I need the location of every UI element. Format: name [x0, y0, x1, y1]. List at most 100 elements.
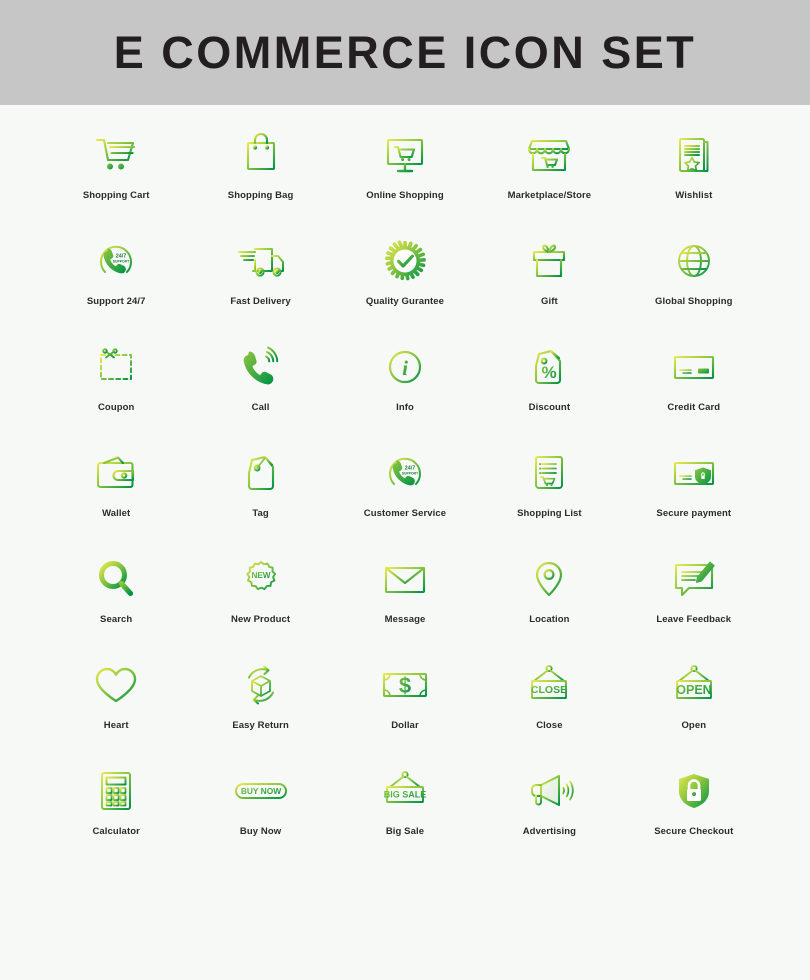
shopping-cart-icon	[86, 127, 146, 183]
icon-label: Quality Gurantee	[365, 296, 445, 307]
icon-label: Big Sale	[385, 826, 425, 837]
icon-label: Search	[100, 614, 133, 625]
icon-cell-coupon[interactable]: Coupon	[44, 339, 188, 445]
icon-label: Location	[529, 614, 570, 625]
page-header: E COMMERCE ICON SET	[0, 0, 810, 105]
icon-cell-buy-now[interactable]: BUY NOW Buy Now	[188, 763, 332, 869]
close-sign-icon: CLOSE	[519, 657, 579, 713]
svg-text:BIG SALE: BIG SALE	[384, 790, 427, 800]
icon-cell-close[interactable]: CLOSE Close	[477, 657, 621, 763]
icon-cell-shopping-cart[interactable]: Shopping Cart	[44, 127, 188, 233]
icon-cell-big-sale[interactable]: BIG SALE Big Sale	[333, 763, 477, 869]
icon-cell-quality-guarantee[interactable]: Quality Gurantee	[333, 233, 477, 339]
icon-label: New Product	[231, 614, 291, 625]
svg-text:SUPPORT: SUPPORT	[402, 471, 419, 475]
heart-icon	[86, 657, 146, 713]
icon-label: Close	[536, 720, 563, 731]
icon-cell-online-shopping[interactable]: Online Shopping	[333, 127, 477, 233]
icon-cell-easy-return[interactable]: Easy Return	[188, 657, 332, 763]
icon-cell-wishlist[interactable]: Wishlist	[622, 127, 766, 233]
icon-label: Dollar	[391, 720, 419, 731]
info-icon: i	[375, 339, 435, 395]
icon-label: Marketplace/Store	[507, 190, 592, 201]
credit-card-icon	[664, 339, 724, 395]
gift-icon	[519, 233, 579, 289]
discount-icon: %	[519, 339, 579, 395]
icon-label: Open	[681, 720, 707, 731]
icon-cell-support-24-7[interactable]: 24/7 SUPPORT Support 24/7	[44, 233, 188, 339]
icon-label: Discount	[528, 402, 571, 413]
icon-label: Calculator	[92, 826, 140, 837]
global-shopping-icon	[664, 233, 724, 289]
icon-cell-dollar[interactable]: $ Dollar	[333, 657, 477, 763]
icon-label: Message	[384, 614, 426, 625]
icon-cell-open[interactable]: OPEN Open	[622, 657, 766, 763]
easy-return-icon	[231, 657, 291, 713]
icon-cell-advertising[interactable]: Advertising	[477, 763, 621, 869]
icon-cell-search[interactable]: Search	[44, 551, 188, 657]
icon-cell-leave-feedback[interactable]: Leave Feedback	[622, 551, 766, 657]
icon-cell-gift[interactable]: Gift	[477, 233, 621, 339]
icon-cell-credit-card[interactable]: Credit Card	[622, 339, 766, 445]
icon-label: Buy Now	[239, 826, 282, 837]
icon-cell-call[interactable]: Call	[188, 339, 332, 445]
quality-guarantee-icon	[375, 233, 435, 289]
icon-cell-discount[interactable]: % Discount	[477, 339, 621, 445]
icon-cell-wallet[interactable]: Wallet	[44, 445, 188, 551]
svg-text:SUPPORT: SUPPORT	[113, 259, 130, 263]
icon-grid: Shopping Cart Shopping Bag Online Shoppi…	[0, 105, 810, 869]
icon-cell-customer-service[interactable]: 24/7 SUPPORT Customer Service	[333, 445, 477, 551]
icon-cell-secure-payment[interactable]: Secure payment	[622, 445, 766, 551]
svg-text:OPEN: OPEN	[676, 683, 711, 697]
icon-label: Heart	[103, 720, 129, 731]
icon-label: Secure Checkout	[654, 826, 734, 837]
icon-label: Coupon	[97, 402, 135, 413]
icon-label: Gift	[541, 296, 558, 307]
calculator-icon	[86, 763, 146, 819]
icon-label: Customer Service	[363, 508, 447, 519]
icon-label: Support 24/7	[86, 296, 146, 307]
icon-cell-calculator[interactable]: Calculator	[44, 763, 188, 869]
buy-now-icon: BUY NOW	[231, 763, 291, 819]
icon-label: Wishlist	[675, 190, 713, 201]
advertising-megaphone-icon	[519, 763, 579, 819]
icon-label: Call	[251, 402, 270, 413]
icon-label: Tag	[252, 508, 269, 519]
icon-cell-secure-checkout[interactable]: Secure Checkout	[622, 763, 766, 869]
fast-delivery-icon	[231, 233, 291, 289]
icon-cell-shopping-list[interactable]: Shopping List	[477, 445, 621, 551]
icon-cell-marketplace-store[interactable]: Marketplace/Store	[477, 127, 621, 233]
icon-label: Online Shopping	[366, 190, 444, 201]
icon-cell-fast-delivery[interactable]: Fast Delivery	[188, 233, 332, 339]
icon-cell-info[interactable]: i Info	[333, 339, 477, 445]
svg-text:CLOSE: CLOSE	[531, 684, 567, 696]
shopping-bag-icon	[231, 127, 291, 183]
icon-label: Shopping Cart	[82, 190, 150, 201]
icon-cell-new-product[interactable]: NEW New Product	[188, 551, 332, 657]
icon-label: Easy Return	[232, 720, 289, 731]
marketplace-store-icon	[519, 127, 579, 183]
customer-service-icon: 24/7 SUPPORT	[375, 445, 435, 501]
page-title: E COMMERCE ICON SET	[113, 26, 697, 78]
icon-cell-shopping-bag[interactable]: Shopping Bag	[188, 127, 332, 233]
icon-label: Shopping Bag	[227, 190, 294, 201]
icon-label: Advertising	[522, 826, 577, 837]
coupon-icon	[86, 339, 146, 395]
icon-cell-global-shopping[interactable]: Global Shopping	[622, 233, 766, 339]
icon-label: Info	[396, 402, 414, 413]
svg-text:$: $	[399, 673, 411, 698]
secure-checkout-icon	[664, 763, 724, 819]
dollar-icon: $	[375, 657, 435, 713]
svg-text:i: i	[402, 356, 408, 380]
svg-text:NEW: NEW	[251, 571, 270, 580]
icon-label: Global Shopping	[655, 296, 733, 307]
search-icon	[86, 551, 146, 607]
icon-cell-heart[interactable]: Heart	[44, 657, 188, 763]
icon-cell-tag[interactable]: Tag	[188, 445, 332, 551]
icon-cell-message[interactable]: Message	[333, 551, 477, 657]
wallet-icon	[86, 445, 146, 501]
support-24-7-icon: 24/7 SUPPORT	[86, 233, 146, 289]
icon-cell-location[interactable]: Location	[477, 551, 621, 657]
icon-label: Wallet	[102, 508, 131, 519]
icon-label: Leave Feedback	[656, 614, 732, 625]
